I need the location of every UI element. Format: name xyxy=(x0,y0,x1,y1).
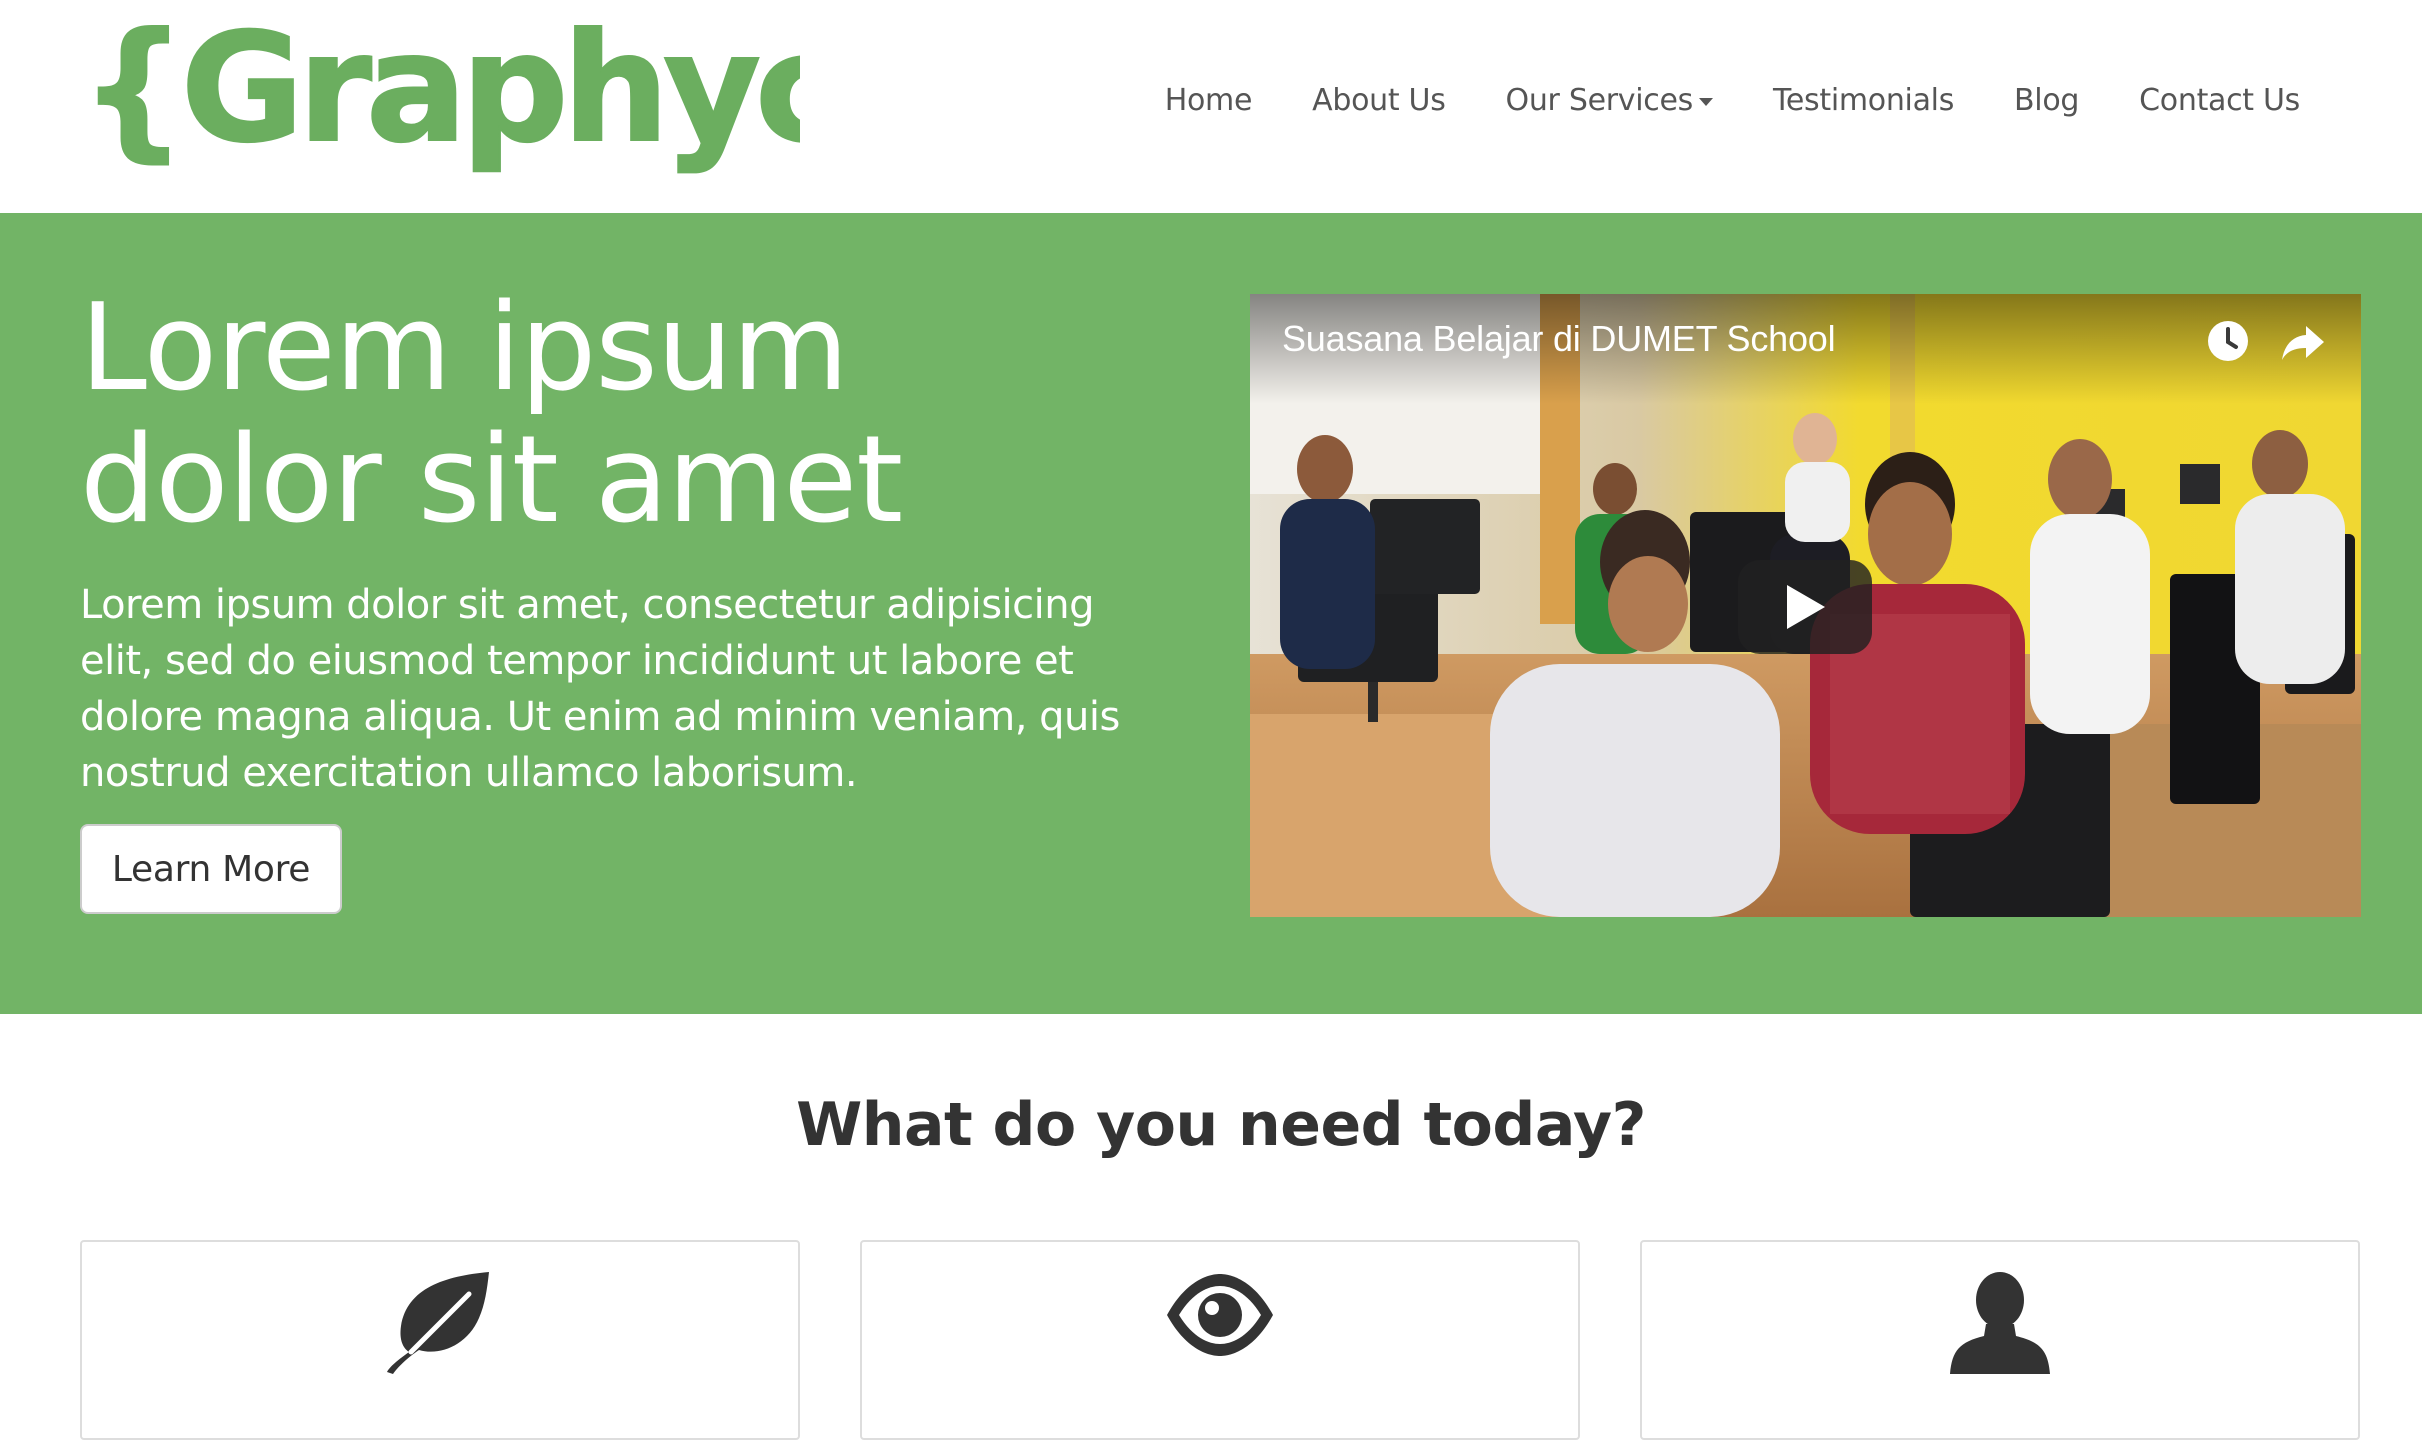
hero-title-line-1: Lorem ipsum xyxy=(80,279,849,418)
nav-testimonials-label: Testimonials xyxy=(1772,82,1955,118)
nav-about-label: About Us xyxy=(1312,82,1446,118)
play-icon xyxy=(1787,585,1825,629)
caret-down-icon xyxy=(1698,98,1713,106)
nav-services-label: Our Services xyxy=(1505,82,1694,118)
share-icon[interactable] xyxy=(2280,320,2326,364)
services-heading: What do you need today? xyxy=(796,1090,1646,1160)
nav-contact-us[interactable]: Contact Us xyxy=(2139,83,2300,118)
leaf-icon xyxy=(387,1272,489,1374)
hero-title-line-2: dolor sit amet xyxy=(80,411,903,550)
eye-icon xyxy=(1167,1274,1273,1356)
logo-text: {Graphyc} xyxy=(80,20,800,176)
nav-home[interactable]: Home xyxy=(1164,82,1253,118)
service-card-user[interactable] xyxy=(1640,1240,2360,1440)
nav-contact-label: Contact Us xyxy=(2139,82,2300,118)
user-icon xyxy=(1950,1272,2050,1374)
nav-blog[interactable]: Blog xyxy=(2014,83,2079,118)
nav-blog-label: Blog xyxy=(2014,82,2080,118)
video-player[interactable]: Suasana Belajar di DUMET School xyxy=(1250,294,2361,917)
hero-section: Lorem ipsum dolor sit amet Lorem ipsum d… xyxy=(0,213,2422,1014)
learn-more-button[interactable]: Learn More xyxy=(80,824,342,914)
nav-home-label: Home xyxy=(1164,82,1253,118)
hero-title: Lorem ipsum dolor sit amet xyxy=(80,283,1180,547)
hero-description: Lorem ipsum dolor sit amet, consectetur … xyxy=(80,582,1120,796)
watch-later-icon[interactable] xyxy=(2205,318,2251,364)
logo[interactable]: {Graphyc} xyxy=(80,20,800,180)
service-card-eye[interactable] xyxy=(860,1240,1580,1440)
main-nav: Home About Us Our Services Testimonials … xyxy=(1165,0,2422,200)
service-card-leaf[interactable] xyxy=(80,1240,800,1440)
site-header: {Graphyc} Home About Us Our Services Tes… xyxy=(0,0,2422,213)
video-title[interactable]: Suasana Belajar di DUMET School xyxy=(1282,318,1836,360)
nav-our-services-dropdown[interactable]: Our Services xyxy=(1506,83,1713,118)
nav-testimonials[interactable]: Testimonials xyxy=(1773,83,1954,118)
nav-about-us[interactable]: About Us xyxy=(1312,82,1446,118)
play-button[interactable] xyxy=(1738,560,1872,654)
